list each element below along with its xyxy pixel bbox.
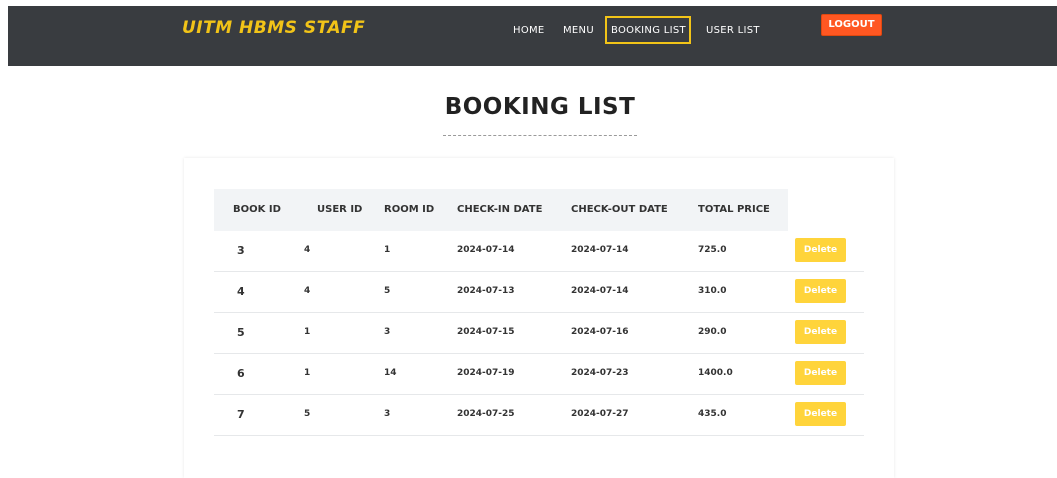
header-room-id: ROOM ID — [384, 204, 435, 215]
cell-user-id: 1 — [304, 327, 311, 337]
cell-total-price: 310.0 — [698, 286, 727, 296]
header-user-id: USER ID — [317, 204, 363, 215]
cell-user-id: 1 — [304, 368, 311, 378]
cell-user-id: 5 — [304, 409, 311, 419]
table-row: 3 4 1 2024-07-14 2024-07-14 725.0 Delete — [214, 231, 864, 272]
cell-room-id: 3 — [384, 409, 391, 419]
cell-room-id: 5 — [384, 286, 391, 296]
table-row: 5 1 3 2024-07-15 2024-07-16 290.0 Delete — [214, 313, 864, 354]
delete-button[interactable]: Delete — [795, 402, 846, 426]
cell-check-out: 2024-07-16 — [571, 327, 629, 337]
cell-book-id: 6 — [237, 367, 245, 380]
cell-total-price: 1400.0 — [698, 368, 733, 378]
cell-book-id: 3 — [237, 244, 245, 257]
cell-room-id: 1 — [384, 245, 391, 255]
cell-check-out: 2024-07-14 — [571, 286, 629, 296]
delete-button[interactable]: Delete — [795, 279, 846, 303]
cell-user-id: 4 — [304, 245, 311, 255]
cell-total-price: 290.0 — [698, 327, 727, 337]
cell-user-id: 4 — [304, 286, 311, 296]
delete-button[interactable]: Delete — [795, 238, 846, 262]
cell-check-in: 2024-07-13 — [457, 286, 515, 296]
brand-logo[interactable]: UITM HBMS STAFF — [182, 18, 365, 38]
table-row: 4 4 5 2024-07-13 2024-07-14 310.0 Delete — [214, 272, 864, 313]
title-divider — [443, 135, 637, 136]
cell-check-in: 2024-07-25 — [457, 409, 515, 419]
logout-button[interactable]: LOGOUT — [821, 14, 882, 36]
table-row: 6 1 14 2024-07-19 2024-07-23 1400.0 Dele… — [214, 354, 864, 395]
cell-total-price: 725.0 — [698, 245, 727, 255]
delete-button[interactable]: Delete — [795, 361, 846, 385]
header-book-id: BOOK ID — [233, 204, 281, 215]
cell-book-id: 4 — [237, 285, 245, 298]
nav-home[interactable]: HOME — [507, 16, 551, 44]
cell-room-id: 14 — [384, 368, 397, 378]
cell-check-in: 2024-07-19 — [457, 368, 515, 378]
cell-room-id: 3 — [384, 327, 391, 337]
page-title: BOOKING LIST — [444, 94, 636, 120]
header-total-price: TOTAL PRICE — [698, 204, 770, 215]
nav-menu[interactable]: MENU — [557, 16, 600, 44]
header-check-out-date: CHECK-OUT DATE — [571, 204, 668, 215]
cell-check-in: 2024-07-15 — [457, 327, 515, 337]
cell-check-out: 2024-07-14 — [571, 245, 629, 255]
header-check-in-date: CHECK-IN DATE — [457, 204, 543, 215]
table-row: 7 5 3 2024-07-25 2024-07-27 435.0 Delete — [214, 395, 864, 436]
cell-check-out: 2024-07-27 — [571, 409, 629, 419]
nav-user-list[interactable]: USER LIST — [700, 16, 766, 44]
cell-book-id: 7 — [237, 408, 245, 421]
delete-button[interactable]: Delete — [795, 320, 846, 344]
cell-check-in: 2024-07-14 — [457, 245, 515, 255]
nav-booking-list[interactable]: BOOKING LIST — [605, 16, 691, 44]
cell-check-out: 2024-07-23 — [571, 368, 629, 378]
cell-book-id: 5 — [237, 326, 245, 339]
cell-total-price: 435.0 — [698, 409, 727, 419]
